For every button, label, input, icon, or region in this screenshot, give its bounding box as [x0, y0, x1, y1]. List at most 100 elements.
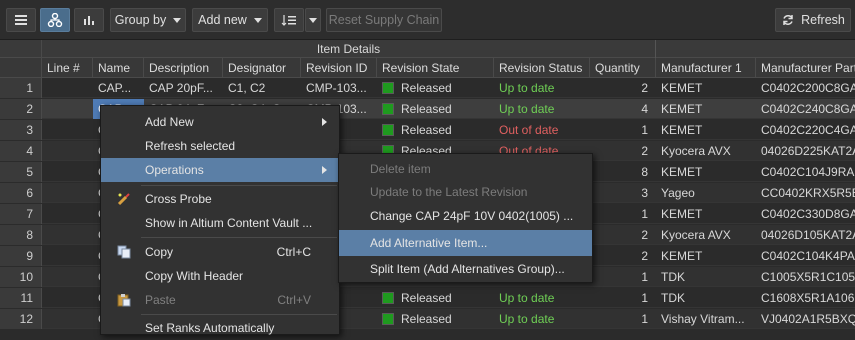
manufacturer-cell[interactable]: Yageo — [656, 183, 756, 203]
column-header-designator[interactable]: Designator — [223, 58, 301, 78]
quantity-cell[interactable]: 1 — [590, 204, 656, 224]
quantity-cell[interactable]: 2 — [590, 225, 656, 245]
line-cell[interactable] — [42, 183, 93, 203]
manufacturer-part-cell[interactable]: C0402C240C8GAC — [756, 99, 855, 119]
manufacturer-part-cell[interactable]: 04026D105KAT2A — [756, 225, 855, 245]
designator-cell[interactable]: C1, C2 — [223, 78, 301, 98]
description-cell[interactable]: CAP 20pF... — [144, 78, 223, 98]
quantity-cell[interactable]: 4 — [590, 99, 656, 119]
manufacturer-part-cell[interactable]: C0402C104J9RAC — [756, 162, 855, 182]
sort-dropdown-button[interactable] — [305, 8, 321, 32]
quantity-cell[interactable]: 8 — [590, 162, 656, 182]
quantity-cell[interactable]: 1 — [590, 288, 656, 308]
menu-item-show-in-vault[interactable]: Show in Altium Content Vault ... — [101, 211, 339, 235]
manufacturer-part-cell[interactable]: C0402C220C4GAC — [756, 120, 855, 140]
manufacturer-cell[interactable]: KEMET — [656, 78, 756, 98]
line-cell[interactable] — [42, 99, 93, 119]
line-cell[interactable] — [42, 162, 93, 182]
line-cell[interactable] — [42, 204, 93, 224]
table-row[interactable]: 1 CAP... CAP 20pF... C1, C2 CMP-103... Releas… — [0, 78, 855, 98]
submenu-item-split-item[interactable]: Split Item (Add Alternatives Group)... — [339, 256, 592, 282]
menu-item-set-ranks[interactable]: Set Ranks Automatically — [101, 316, 339, 340]
line-cell[interactable] — [42, 267, 93, 287]
line-cell[interactable] — [42, 288, 93, 308]
line-cell[interactable] — [42, 246, 93, 266]
manufacturer-cell[interactable]: KEMET — [656, 162, 756, 182]
manufacturer-cell[interactable]: Kyocera AVX — [656, 141, 756, 161]
manufacturer-part-cell[interactable]: 04026D225KAT2A — [756, 141, 855, 161]
submenu-item-label: Split Item (Add Alternatives Group)... — [370, 262, 565, 276]
manufacturer-part-cell[interactable]: CC0402KRX5R5BB — [756, 183, 855, 203]
revision-status-cell[interactable]: Out of date — [494, 120, 590, 140]
manufacturer-part-cell[interactable]: C0402C104K4PAC — [756, 246, 855, 266]
manufacturer-cell[interactable]: KEMET — [656, 204, 756, 224]
quantity-cell[interactable]: 1 — [590, 267, 656, 287]
manufacturer-cell[interactable]: Kyocera AVX — [656, 225, 756, 245]
list-view-button[interactable] — [6, 8, 36, 32]
column-header-revision-id[interactable]: Revision ID — [301, 58, 377, 78]
manufacturer-cell[interactable]: Vishay Vitram... — [656, 309, 756, 329]
name-cell[interactable]: CAP... — [93, 78, 144, 98]
add-new-button[interactable]: Add new — [192, 8, 268, 32]
revision-status-cell[interactable]: Up to date — [494, 99, 590, 119]
manufacturer-cell[interactable]: TDK — [656, 288, 756, 308]
menu-item-shortcut: Ctrl+C — [276, 245, 311, 259]
manufacturer-part-cell[interactable]: C0402C330D8GAC — [756, 204, 855, 224]
group-by-button[interactable]: Group by — [110, 8, 186, 32]
column-header-line[interactable]: Line # — [42, 58, 93, 78]
revision-state-cell[interactable]: Released — [396, 309, 494, 329]
sort-button[interactable] — [274, 8, 304, 32]
manufacturer-part-cell[interactable]: C1005X5R1C105K — [756, 267, 855, 287]
column-header-description[interactable]: Description — [144, 58, 223, 78]
reset-supply-chain-button[interactable]: Reset Supply Chain — [326, 8, 442, 32]
menu-item-add-new[interactable]: Add New — [101, 110, 339, 134]
menu-item-cross-probe[interactable]: Cross Probe — [101, 187, 339, 211]
quantity-cell[interactable]: 2 — [590, 246, 656, 266]
manufacturer-cell[interactable]: TDK — [656, 267, 756, 287]
hierarchy-view-button[interactable] — [40, 8, 70, 32]
submenu-item-update-revision[interactable]: Update to the Latest Revision — [339, 179, 592, 205]
manufacturer-cell[interactable]: KEMET — [656, 246, 756, 266]
quantity-cell[interactable]: 2 — [590, 141, 656, 161]
column-header-revision-state[interactable]: Revision State — [377, 58, 494, 78]
line-cell[interactable] — [42, 120, 93, 140]
menu-item-operations[interactable]: Operations — [101, 158, 339, 182]
menu-item-refresh-selected[interactable]: Refresh selected — [101, 134, 339, 158]
manufacturer-part-cell[interactable]: C0402C200C8GAC — [756, 78, 855, 98]
revision-status-cell[interactable]: Up to date — [494, 288, 590, 308]
submenu-item-change-item[interactable]: Change CAP 24pF 10V 0402(1005) ... — [339, 203, 592, 229]
column-header-manufacturer-part[interactable]: Manufacturer Part — [756, 58, 855, 78]
manufacturer-part-cell[interactable]: C1608X5R1A106N — [756, 288, 855, 308]
manufacturer-cell[interactable]: KEMET — [656, 120, 756, 140]
menu-item-paste[interactable]: Paste Ctrl+V — [101, 288, 339, 312]
manufacturer-part-cell[interactable]: VJ0402A1R5BXQP — [756, 309, 855, 329]
revision-state-cell[interactable]: Released — [396, 120, 494, 140]
revision-state-cell[interactable]: Released — [396, 99, 494, 119]
operations-submenu: Delete item Update to the Latest Revisio… — [338, 153, 593, 283]
menu-item-copy-with-header[interactable]: Copy With Header — [101, 264, 339, 288]
line-cell[interactable] — [42, 141, 93, 161]
manufacturer-cell[interactable]: KEMET — [656, 99, 756, 119]
revision-id-cell[interactable]: CMP-103... — [301, 78, 377, 98]
refresh-icon — [783, 15, 793, 25]
submenu-item-add-alternative[interactable]: Add Alternative Item... — [339, 230, 592, 256]
quantity-cell[interactable]: 3 — [590, 183, 656, 203]
line-cell[interactable] — [42, 78, 93, 98]
quantity-cell[interactable]: 2 — [590, 78, 656, 98]
column-header-name[interactable]: Name — [93, 58, 144, 78]
column-header-revision-status[interactable]: Revision Status — [494, 58, 590, 78]
line-cell[interactable] — [42, 309, 93, 329]
revision-state-cell[interactable]: Released — [396, 78, 494, 98]
chart-view-button[interactable] — [74, 8, 104, 32]
menu-item-copy[interactable]: Copy Ctrl+C — [101, 240, 339, 264]
column-header-manufacturer[interactable]: Manufacturer 1 — [656, 58, 756, 78]
refresh-button[interactable]: Refresh — [775, 8, 851, 32]
revision-status-cell[interactable]: Up to date — [494, 309, 590, 329]
toolbar: Group by Add new Reset Supply Chain Refr… — [0, 0, 855, 40]
revision-state-cell[interactable]: Released — [396, 288, 494, 308]
quantity-cell[interactable]: 1 — [590, 309, 656, 329]
quantity-cell[interactable]: 1 — [590, 120, 656, 140]
revision-status-cell[interactable]: Up to date — [494, 78, 590, 98]
column-header-quantity[interactable]: Quantity — [590, 58, 656, 78]
line-cell[interactable] — [42, 225, 93, 245]
